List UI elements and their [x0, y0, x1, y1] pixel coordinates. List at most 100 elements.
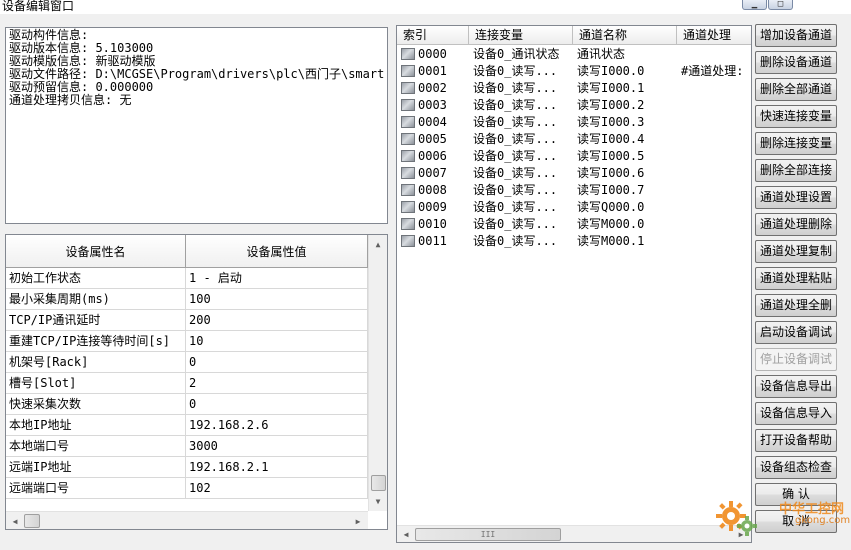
- channel-process-delete-button[interactable]: 通道处理删除: [755, 213, 837, 236]
- channel-icon: [401, 184, 415, 196]
- driver-info-textbox[interactable]: 驱动构件信息: 驱动版本信息: 5.103000 驱动模版信息: 新驱动模版 驱…: [5, 27, 388, 224]
- property-value[interactable]: 1 - 启动: [186, 268, 368, 289]
- property-value[interactable]: 2: [186, 373, 368, 394]
- vertical-scroll-thumb[interactable]: [371, 475, 386, 491]
- channel-index: 0005: [418, 132, 447, 146]
- export-device-info-button[interactable]: 设备信息导出: [755, 375, 837, 398]
- channel-process-delete-all-button[interactable]: 通道处理全删: [755, 294, 837, 317]
- channel-row[interactable]: 0005 设备0_读写... 读写I000.4: [397, 131, 751, 148]
- add-channel-button[interactable]: 增加设备通道: [755, 24, 837, 47]
- property-value-header[interactable]: 设备属性值: [186, 235, 368, 268]
- property-row[interactable]: 最小采集周期(ms) 100: [6, 289, 368, 310]
- channel-name: 读写I000.2: [577, 98, 645, 112]
- property-value[interactable]: 100: [186, 289, 368, 310]
- open-device-help-button[interactable]: 打开设备帮助: [755, 429, 837, 452]
- scroll-down-icon[interactable]: ▼: [370, 493, 386, 509]
- channel-process-paste-button[interactable]: 通道处理粘贴: [755, 267, 837, 290]
- channel-list[interactable]: 索引 连接变量 通道名称 通道处理 0000 设备0_通讯状态 通讯状态 000…: [396, 25, 752, 543]
- channel-icon: [401, 218, 415, 230]
- channel-row[interactable]: 0002 设备0_读写... 读写I000.1: [397, 80, 751, 97]
- channel-row[interactable]: 0003 设备0_读写... 读写I000.2: [397, 97, 751, 114]
- channel-process: [677, 165, 751, 182]
- scroll-up-icon[interactable]: ▲: [370, 236, 386, 252]
- maximize-button[interactable]: □: [768, 0, 793, 10]
- property-value[interactable]: 0: [186, 394, 368, 415]
- scroll-left-icon[interactable]: ◀: [398, 526, 414, 542]
- property-value[interactable]: 0: [186, 352, 368, 373]
- property-name: 远端端口号: [6, 478, 186, 499]
- property-vertical-scrollbar[interactable]: ▲ ▼: [368, 235, 387, 511]
- property-row[interactable]: 本地端口号 3000: [6, 436, 368, 457]
- scroll-right-icon[interactable]: ▶: [350, 513, 366, 529]
- channel-process-settings-button[interactable]: 通道处理设置: [755, 186, 837, 209]
- process-column-header[interactable]: 通道处理: [677, 26, 751, 45]
- property-name: 远端IP地址: [6, 457, 186, 478]
- property-value[interactable]: 192.168.2.1: [186, 457, 368, 478]
- property-grid-header: 设备属性名 设备属性值: [6, 235, 368, 268]
- property-value[interactable]: 200: [186, 310, 368, 331]
- channel-row[interactable]: 0000 设备0_通讯状态 通讯状态: [397, 46, 751, 63]
- property-value[interactable]: 3000: [186, 436, 368, 457]
- property-row[interactable]: 槽号[Slot] 2: [6, 373, 368, 394]
- channel-variable: 设备0_读写...: [473, 81, 558, 95]
- property-name-header[interactable]: 设备属性名: [6, 235, 186, 268]
- property-row[interactable]: 重建TCP/IP连接等待时间[s] 10: [6, 331, 368, 352]
- channel-variable: 设备0_读写...: [473, 98, 558, 112]
- property-row[interactable]: 机架号[Rack] 0: [6, 352, 368, 373]
- horizontal-scroll-thumb[interactable]: [24, 514, 40, 528]
- delete-channel-button[interactable]: 删除设备通道: [755, 51, 837, 74]
- channel-variable: 设备0_读写...: [473, 200, 558, 214]
- delete-connected-variables-button[interactable]: 删除连接变量: [755, 132, 837, 155]
- channel-horizontal-scrollbar[interactable]: ◀ III ▶: [397, 525, 751, 542]
- channel-row[interactable]: 0010 设备0_读写... 读写M000.0: [397, 216, 751, 233]
- delete-all-channels-button[interactable]: 删除全部通道: [755, 78, 837, 101]
- delete-all-connections-button[interactable]: 删除全部连接: [755, 159, 837, 182]
- horizontal-scroll-thumb[interactable]: III: [415, 528, 561, 541]
- channel-row[interactable]: 0001 设备0_读写... 读写I000.0 #通道处理:: [397, 63, 751, 80]
- property-value[interactable]: 102: [186, 478, 368, 499]
- property-value[interactable]: 192.168.2.6: [186, 415, 368, 436]
- property-row[interactable]: 远端IP地址 192.168.2.1: [6, 457, 368, 478]
- channel-variable: 设备0_读写...: [473, 183, 558, 197]
- info-line: 通道处理拷贝信息: 无: [9, 93, 132, 107]
- channel-variable: 设备0_读写...: [473, 166, 558, 180]
- property-row[interactable]: 初始工作状态 1 - 启动: [6, 268, 368, 289]
- channel-variable: 设备0_通讯状态: [473, 47, 560, 61]
- scroll-left-icon[interactable]: ◀: [7, 513, 23, 529]
- property-row[interactable]: 本地IP地址 192.168.2.6: [6, 415, 368, 436]
- channel-row[interactable]: 0011 设备0_读写... 读写M000.1: [397, 233, 751, 250]
- property-name: 重建TCP/IP连接等待时间[s]: [6, 331, 186, 352]
- channel-row[interactable]: 0006 设备0_读写... 读写I000.5: [397, 148, 751, 165]
- channel-row[interactable]: 0009 设备0_读写... 读写Q000.0: [397, 199, 751, 216]
- import-device-info-button[interactable]: 设备信息导入: [755, 402, 837, 425]
- variable-column-header[interactable]: 连接变量: [469, 26, 573, 45]
- channel-process: [677, 148, 751, 165]
- device-config-check-button[interactable]: 设备组态检查: [755, 456, 837, 479]
- channel-row[interactable]: 0004 设备0_读写... 读写I000.3: [397, 114, 751, 131]
- channel-row[interactable]: 0008 设备0_读写... 读写I000.7: [397, 182, 751, 199]
- start-device-debug-button[interactable]: 启动设备调试: [755, 321, 837, 344]
- stop-device-debug-button[interactable]: 停止设备调试: [755, 348, 837, 371]
- channel-process-copy-button[interactable]: 通道处理复制: [755, 240, 837, 263]
- property-row[interactable]: 远端端口号 102: [6, 478, 368, 499]
- channel-name: 读写I000.1: [577, 81, 645, 95]
- channel-process: [677, 131, 751, 148]
- minimize-button[interactable]: ▁: [742, 0, 767, 10]
- quick-connect-variables-button[interactable]: 快速连接变量: [755, 105, 837, 128]
- channel-row[interactable]: 0007 设备0_读写... 读写I000.6: [397, 165, 751, 182]
- index-column-header[interactable]: 索引: [397, 26, 469, 45]
- property-value[interactable]: 10: [186, 331, 368, 352]
- channel-index: 0000: [418, 47, 447, 61]
- channel-variable: 设备0_读写...: [473, 64, 558, 78]
- property-row[interactable]: 快速采集次数 0: [6, 394, 368, 415]
- channel-name-column-header[interactable]: 通道名称: [573, 26, 677, 45]
- channel-process: [677, 182, 751, 199]
- channel-name: 读写I000.3: [577, 115, 645, 129]
- property-row[interactable]: TCP/IP通讯延时 200: [6, 310, 368, 331]
- device-property-grid[interactable]: 设备属性名 设备属性值 初始工作状态 1 - 启动 最小采集周期(ms) 100…: [5, 234, 388, 530]
- site-watermark: 中华工控网 gkong.com: [715, 494, 851, 540]
- channel-index: 0003: [418, 98, 447, 112]
- property-name: 快速采集次数: [6, 394, 186, 415]
- channel-process: #通道处理:: [681, 64, 744, 78]
- property-horizontal-scrollbar[interactable]: ◀ ▶: [6, 511, 368, 529]
